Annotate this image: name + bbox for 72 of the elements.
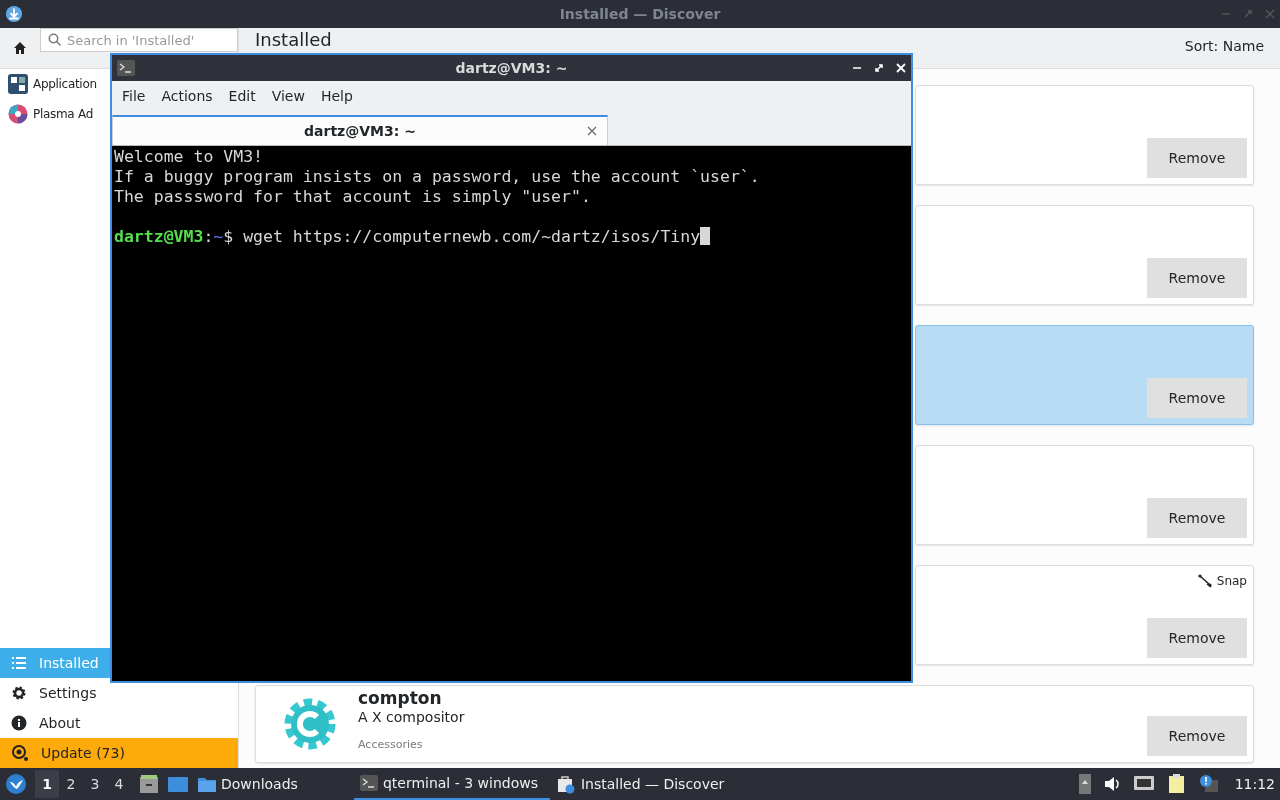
category-item[interactable]: Plasma Ad	[0, 99, 102, 129]
info-icon	[11, 715, 27, 731]
terminal-tab[interactable]: dartz@VM3: ~	[112, 115, 608, 145]
remove-button[interactable]: Remove	[1147, 498, 1247, 538]
list-icon	[11, 655, 27, 671]
folder-launcher[interactable]: Downloads	[197, 775, 298, 793]
window-title: dartz@VM3: ~	[454, 60, 569, 76]
terminal-icon	[359, 775, 378, 791]
menu-item[interactable]: Help	[312, 88, 361, 104]
remove-button[interactable]: Remove	[1147, 378, 1247, 418]
terminal-line: Welcome to VM3!	[114, 147, 264, 167]
shopping-bag-icon	[555, 774, 576, 794]
tray-expand-icon[interactable]	[1078, 774, 1091, 794]
menu-item[interactable]: View	[263, 88, 313, 104]
menu-item[interactable]: Actions	[153, 88, 221, 104]
command-text: wget https://computernewb.com/~dartz/isos/Tiny	[243, 227, 701, 246]
clock: 11:12	[1234, 776, 1275, 792]
app-name: compton	[358, 688, 443, 708]
snap-icon	[1197, 574, 1214, 588]
close-icon[interactable]	[587, 126, 597, 136]
remove-button[interactable]: Remove	[1147, 618, 1247, 658]
puzzle-icon	[8, 104, 28, 124]
terminal-line: The passsword for that account is simply "user".	[114, 187, 592, 207]
search-field[interactable]: Search in 'Installed'	[40, 28, 238, 52]
desktop-button[interactable]: 2	[59, 770, 83, 798]
app-description: A X compositor	[358, 708, 465, 726]
remove-button[interactable]: Remove	[1147, 716, 1247, 756]
menu-item[interactable]: File	[114, 88, 154, 104]
desktop-icon[interactable]	[167, 775, 189, 793]
home-icon	[13, 41, 27, 55]
page-heading: Installed	[255, 29, 332, 51]
folder-icon	[197, 775, 217, 793]
sidebar-item[interactable]: About	[0, 708, 110, 738]
prompt-separator: :	[203, 227, 214, 246]
window-title: Installed — Discover	[558, 6, 722, 22]
app-card[interactable]: Remove	[915, 325, 1254, 425]
download-icon	[5, 5, 23, 23]
terminal-icon	[117, 60, 135, 76]
source-label: Snap	[1216, 574, 1247, 588]
clipboard-icon[interactable]	[1166, 774, 1187, 794]
taskbar-task[interactable]: qterminal - 3 windows	[353, 768, 550, 800]
prompt-path: ~	[213, 227, 224, 246]
gear-icon	[282, 696, 338, 752]
category-icon	[8, 74, 28, 94]
start-menu-icon[interactable]	[5, 773, 27, 795]
settings-icon	[11, 685, 27, 701]
notification-icon[interactable]	[1198, 774, 1219, 794]
network-icon[interactable]	[1132, 775, 1155, 793]
category-item[interactable]: Application	[0, 69, 102, 99]
app-card[interactable]: Remove	[915, 85, 1254, 185]
terminal-line: If a buggy program insists on a password, use the account `user`.	[114, 167, 761, 187]
cursor	[700, 227, 711, 245]
app-card[interactable]: Snap Remove	[915, 565, 1254, 665]
app-card[interactable]: Remove	[915, 205, 1254, 305]
app-card[interactable]: Remove	[915, 445, 1254, 545]
menu-item[interactable]: Edit	[220, 88, 264, 104]
desktop-button[interactable]: 3	[83, 770, 107, 798]
desktop-button[interactable]: 1	[35, 770, 59, 798]
sidebar-item[interactable]: Update (73)	[0, 738, 238, 768]
desktop-button[interactable]: 4	[107, 770, 131, 798]
remove-button[interactable]: Remove	[1147, 258, 1247, 298]
file-cabinet-icon[interactable]	[139, 774, 159, 794]
remove-button[interactable]: Remove	[1147, 138, 1247, 178]
prompt-symbol: $	[223, 227, 234, 246]
search-icon	[48, 33, 62, 47]
taskbar-task[interactable]: Installed — Discover	[549, 768, 746, 800]
update-icon	[11, 744, 29, 762]
sidebar-item[interactable]: Settings	[0, 678, 110, 708]
volume-icon[interactable]	[1102, 775, 1121, 793]
app-category: Accessories	[358, 738, 424, 751]
app-card[interactable]: compton A X compositor Accessories Remove	[255, 685, 1254, 763]
prompt-user: dartz@VM3	[114, 227, 204, 246]
